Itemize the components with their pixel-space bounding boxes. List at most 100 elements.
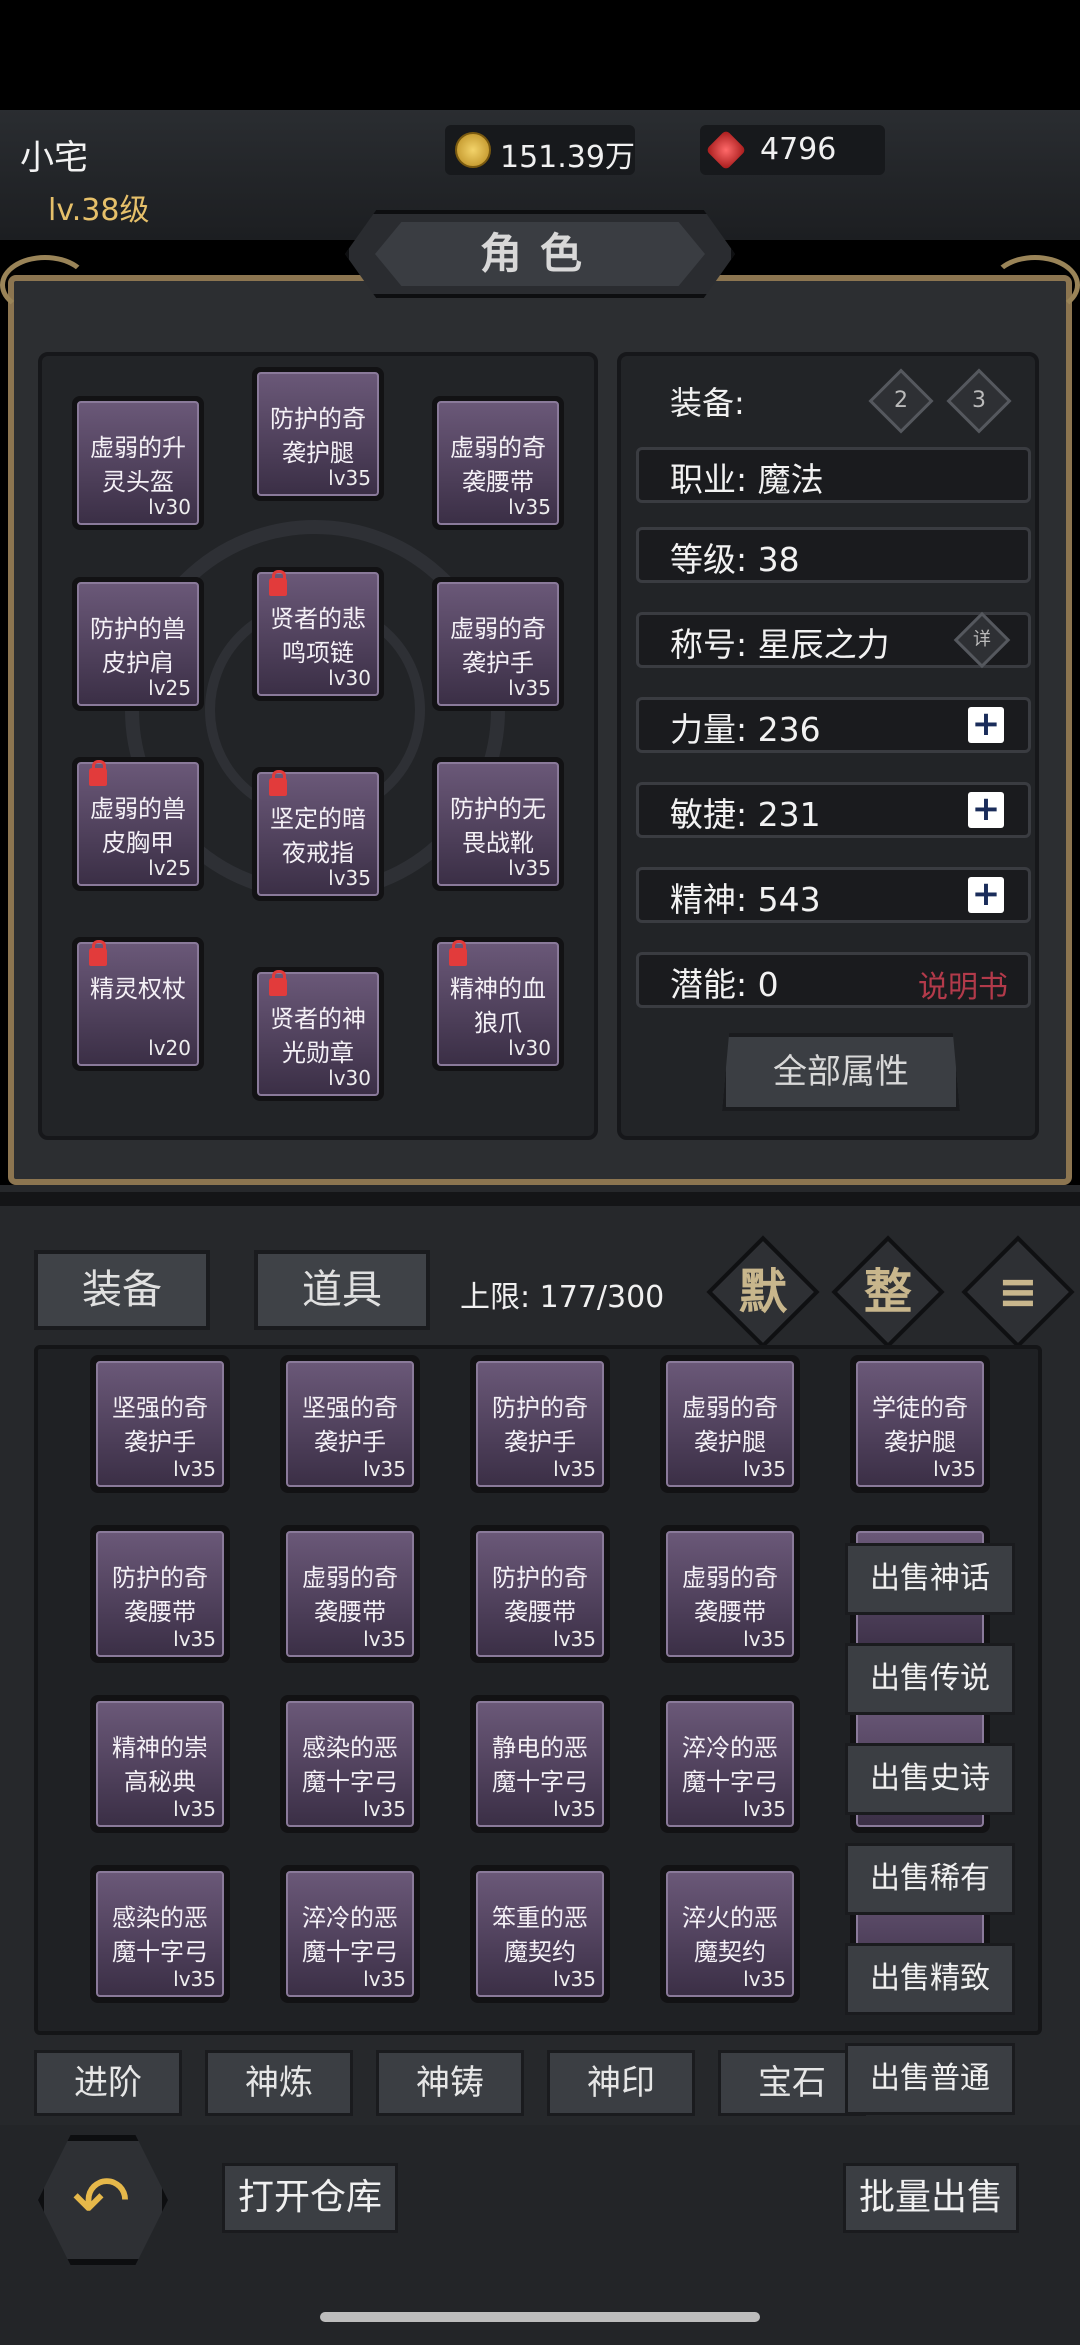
equip-slot-legs[interactable]: 防护的奇袭护腿 lv35	[252, 367, 384, 501]
item-name: 虚弱的奇袭护手	[450, 615, 546, 677]
item-level: lv35	[508, 495, 551, 519]
equip-slot-necklace[interactable]: 贤者的悲鸣项链 lv30	[252, 567, 384, 701]
item-name: 防护的兽皮护肩	[90, 615, 186, 677]
equip-slot-ring[interactable]: 坚定的暗夜戒指 lv35	[252, 767, 384, 901]
equip-slot-offhand[interactable]: 精神的血狼爪 lv30	[432, 937, 564, 1071]
inventory-item[interactable]: 淬冷的恶魔十字弓 lv35	[280, 1865, 420, 2003]
item-name: 感染的恶魔十字弓	[302, 1734, 398, 1796]
tab-equipment[interactable]: 装备	[34, 1250, 210, 1330]
equip-slot-shoulder[interactable]: 防护的兽皮护肩 lv25	[72, 577, 204, 711]
item-level: lv35	[363, 1967, 406, 1991]
tab-items[interactable]: 道具	[254, 1250, 430, 1330]
item-name: 虚弱的奇袭腰带	[302, 1564, 398, 1626]
item-name: 坚强的奇袭护手	[112, 1394, 208, 1456]
item-name: 淬冷的恶魔十字弓	[682, 1734, 778, 1796]
equip-slot-helmet[interactable]: 虚弱的升灵头盔 lv30	[72, 396, 204, 530]
item-level: lv35	[743, 1967, 786, 1991]
sell-common-button[interactable]: 出售普通	[845, 2043, 1015, 2115]
inventory-item[interactable]: 防护的奇袭腰带 lv35	[470, 1525, 610, 1663]
item-level: lv35	[553, 1797, 596, 1821]
stat-value: 魔法	[757, 460, 824, 499]
item-name: 静电的恶魔十字弓	[492, 1734, 588, 1796]
item-level: lv30	[148, 495, 191, 519]
equip-slot-gloves[interactable]: 虚弱的奇袭护手 lv35	[432, 577, 564, 711]
tab-gem[interactable]: 宝石	[718, 2050, 866, 2116]
inventory-item[interactable]: 坚强的奇袭护手 lv35	[280, 1355, 420, 1493]
inventory-item[interactable]: 防护的奇袭腰带 lv35	[90, 1525, 230, 1663]
open-warehouse-button[interactable]: 打开仓库	[222, 2163, 398, 2233]
stat-label: 潜能:	[670, 965, 748, 1004]
all-attributes-button[interactable]: 全部属性	[722, 1033, 960, 1111]
inventory-item[interactable]: 静电的恶魔十字弓 lv35	[470, 1695, 610, 1833]
item-level: lv35	[553, 1967, 596, 1991]
item-name: 防护的无畏战靴	[450, 795, 546, 857]
tab-forge[interactable]: 神铸	[376, 2050, 524, 2116]
ornament-right	[990, 255, 1080, 315]
home-indicator[interactable]	[320, 2312, 760, 2322]
add-strength-button[interactable]: +	[968, 707, 1004, 743]
stat-label: 称号:	[670, 625, 748, 664]
stat-value: 38	[757, 540, 800, 579]
inventory-item[interactable]: 虚弱的奇袭腰带 lv35	[280, 1525, 420, 1663]
equip-slot-belt[interactable]: 虚弱的奇袭腰带 lv35	[432, 396, 564, 530]
stat-potential: 潜能: 0	[670, 958, 779, 1006]
equip-set-label: 装备:	[670, 384, 745, 422]
item-name: 淬火的恶魔契约	[682, 1904, 778, 1966]
lock-icon	[89, 940, 107, 966]
stat-spirit: 精神: 543	[670, 873, 821, 921]
tab-refine[interactable]: 神炼	[205, 2050, 353, 2116]
equip-slot-chest[interactable]: 虚弱的兽皮胸甲 lv25	[72, 757, 204, 891]
tab-advance[interactable]: 进阶	[34, 2050, 182, 2116]
item-level: lv30	[508, 1036, 551, 1060]
inventory-item[interactable]: 淬冷的恶魔十字弓 lv35	[660, 1695, 800, 1833]
inventory-item[interactable]: 笨重的恶魔契约 lv35	[470, 1865, 610, 2003]
item-name: 虚弱的奇袭腰带	[682, 1564, 778, 1626]
item-name: 贤者的悲鸣项链	[270, 605, 366, 667]
sell-fine-button[interactable]: 出售精致	[845, 1943, 1015, 2015]
item-level: lv35	[363, 1627, 406, 1651]
detail-label: 详	[973, 629, 991, 650]
add-agility-button[interactable]: +	[968, 792, 1004, 828]
sell-rare-button[interactable]: 出售稀有	[845, 1843, 1015, 1915]
item-level: lv35	[508, 856, 551, 880]
sell-epic-button[interactable]: 出售史诗	[845, 1743, 1015, 1815]
stat-value: 543	[757, 880, 821, 919]
item-level: lv30	[328, 666, 371, 690]
manual-link[interactable]: 说明书	[918, 962, 1008, 1006]
item-name: 精神的崇高秘典	[112, 1734, 208, 1796]
player-name: 小宅	[20, 138, 88, 178]
equip-slot-boots[interactable]: 防护的无畏战靴 lv35	[432, 757, 564, 891]
item-name: 笨重的恶魔契约	[492, 1904, 588, 1966]
inventory-item[interactable]: 虚弱的奇袭护腿 lv35	[660, 1355, 800, 1493]
stat-label: 敏捷:	[670, 795, 748, 834]
item-name: 虚弱的兽皮胸甲	[90, 795, 186, 857]
equip-slot-medal[interactable]: 贤者的神光勋章 lv30	[252, 967, 384, 1101]
stat-label: 力量:	[670, 710, 748, 749]
tab-seal[interactable]: 神印	[547, 2050, 695, 2116]
item-level: lv35	[743, 1457, 786, 1481]
bulk-sell-button[interactable]: 批量出售	[843, 2163, 1019, 2233]
inventory-item[interactable]: 淬火的恶魔契约 lv35	[660, 1865, 800, 2003]
stat-class: 职业: 魔法	[670, 453, 824, 501]
back-arrow-icon: ↶	[72, 2160, 131, 2242]
inventory-item[interactable]: 虚弱的奇袭腰带 lv35	[660, 1525, 800, 1663]
item-name: 学徒的奇袭护腿	[872, 1394, 968, 1456]
set-button-label: 3	[972, 388, 986, 413]
inventory-item[interactable]: 感染的恶魔十字弓 lv35	[90, 1865, 230, 2003]
sell-mythic-button[interactable]: 出售神话	[845, 1543, 1015, 1615]
inventory-item[interactable]: 学徒的奇袭护腿 lv35	[850, 1355, 990, 1493]
inventory-item[interactable]: 感染的恶魔十字弓 lv35	[280, 1695, 420, 1833]
inventory-item[interactable]: 精神的崇高秘典 lv35	[90, 1695, 230, 1833]
inventory-item[interactable]: 防护的奇袭护手 lv35	[470, 1355, 610, 1493]
set-button-label: 2	[894, 388, 908, 413]
sort-label: 整	[863, 1264, 912, 1320]
page-title: 角色	[479, 229, 600, 278]
add-spirit-button[interactable]: +	[968, 877, 1004, 913]
sell-legendary-button[interactable]: 出售传说	[845, 1643, 1015, 1715]
item-name: 防护的奇袭护腿	[270, 405, 366, 467]
inventory-item[interactable]: 坚强的奇袭护手 lv35	[90, 1355, 230, 1493]
equip-slot-weapon[interactable]: 精灵权杖 lv20	[72, 937, 204, 1071]
gem-amount: 4796	[760, 132, 837, 167]
item-level: lv35	[328, 866, 371, 890]
item-level: lv35	[328, 466, 371, 490]
